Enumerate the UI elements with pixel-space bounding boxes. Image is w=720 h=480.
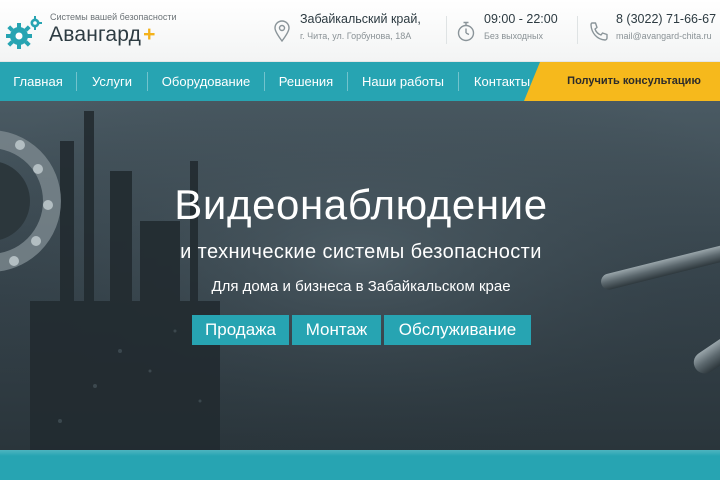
- hero-title: Видеонаблюдение: [174, 181, 548, 228]
- logo-name-text: Авангард: [49, 23, 142, 46]
- sales-button[interactable]: Продажа: [192, 315, 289, 345]
- nav-item-services[interactable]: Услуги: [77, 62, 147, 101]
- hours-note: Без выходных: [484, 31, 543, 41]
- address-region: Забайкальский край,: [300, 12, 421, 26]
- address-block: Забайкальский край, г. Чита, ул. Горбуно…: [272, 12, 442, 48]
- phone-icon: [590, 22, 608, 41]
- nav-item-home[interactable]: Главная: [0, 62, 76, 101]
- hours-block: 09:00 - 22:00 Без выходных: [456, 12, 571, 48]
- site-header: Системы вашей безопасности Авангард+ Заб…: [0, 0, 720, 62]
- hero-tagline: Для дома и бизнеса в Забайкальском крае: [211, 278, 511, 295]
- hero-subtitle: и технические системы безопасности: [180, 241, 542, 263]
- phone-number[interactable]: 8 (3022) 71-66-67: [616, 12, 716, 26]
- address-street: г. Чита, ул. Горбунова, 18А: [300, 31, 412, 41]
- installation-button[interactable]: Монтаж: [292, 315, 381, 345]
- email-link[interactable]: mail@avangard-chita.ru: [616, 31, 712, 41]
- nav-item-equipment[interactable]: Оборудование: [148, 62, 264, 101]
- stopwatch-icon: [457, 21, 475, 42]
- maintenance-button[interactable]: Обслуживание: [384, 315, 531, 345]
- header-divider: [446, 16, 447, 44]
- logo-name: Авангард+: [49, 23, 156, 47]
- nav-item-portfolio[interactable]: Наши работы: [348, 62, 458, 101]
- consultation-button-label: Получить консультацию: [567, 75, 701, 87]
- band-highlight: [0, 450, 720, 456]
- hero-banner: Видеонаблюдение и технические системы бе…: [0, 101, 720, 450]
- map-pin-icon: [274, 20, 290, 42]
- hero-background-image: [0, 101, 720, 450]
- consultation-button[interactable]: Получить консультацию: [524, 62, 720, 101]
- header-divider: [577, 16, 578, 44]
- logo-plus: +: [143, 23, 156, 46]
- gear-icon: [6, 16, 42, 49]
- contact-block: 8 (3022) 71-66-67 mail@avangard-chita.ru: [588, 12, 720, 48]
- logo-tagline: Системы вашей безопасности: [50, 12, 177, 22]
- logo[interactable]: Системы вашей безопасности Авангард+: [4, 10, 177, 54]
- hours-time: 09:00 - 22:00: [484, 12, 558, 26]
- nav-item-solutions[interactable]: Решения: [265, 62, 347, 101]
- section-band: [0, 450, 720, 480]
